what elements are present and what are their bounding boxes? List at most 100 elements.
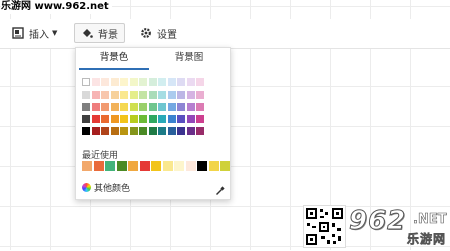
color-swatch[interactable] [158, 115, 166, 123]
color-swatch[interactable] [186, 115, 195, 123]
color-swatch[interactable] [82, 78, 90, 86]
color-swatch[interactable] [148, 103, 157, 111]
color-swatch[interactable] [129, 103, 138, 111]
tab-background-image[interactable]: 背景图 [154, 48, 224, 68]
recent-colors-label: 最近使用 [82, 151, 119, 161]
color-swatch[interactable] [167, 115, 176, 123]
color-swatch[interactable] [110, 78, 119, 86]
color-swatch[interactable] [177, 103, 185, 111]
gear-icon [140, 27, 152, 39]
color-swatch[interactable] [101, 115, 109, 123]
color-swatch[interactable] [196, 103, 204, 111]
palette-row [82, 78, 225, 87]
color-swatch[interactable] [139, 103, 147, 111]
color-swatch[interactable] [101, 127, 109, 135]
color-swatch[interactable] [120, 78, 128, 86]
color-swatch[interactable] [120, 103, 128, 111]
recent-color-swatch[interactable] [197, 161, 207, 171]
color-swatch[interactable] [110, 103, 119, 111]
color-swatch[interactable] [196, 115, 204, 123]
color-swatch[interactable] [158, 78, 166, 86]
color-swatch[interactable] [139, 78, 147, 86]
color-swatch[interactable] [186, 127, 195, 135]
color-swatch[interactable] [167, 91, 176, 99]
color-swatch[interactable] [101, 91, 109, 99]
background-button[interactable]: 背景 [74, 23, 125, 43]
color-swatch[interactable] [82, 91, 90, 99]
color-swatch[interactable] [110, 91, 119, 99]
color-swatch[interactable] [167, 127, 176, 135]
logo-sub-text: 乐游网 [407, 232, 447, 247]
color-swatch[interactable] [101, 103, 109, 111]
palette-row [82, 91, 225, 100]
eyedropper-icon[interactable] [215, 181, 225, 195]
color-swatch[interactable] [82, 103, 90, 111]
recent-color-swatch[interactable] [82, 161, 92, 171]
color-swatch[interactable] [120, 115, 128, 123]
tab-background-color[interactable]: 背景色 [79, 48, 149, 70]
recent-color-swatch[interactable] [162, 161, 173, 171]
color-swatch[interactable] [177, 78, 185, 86]
color-swatch[interactable] [91, 127, 100, 135]
color-swatch[interactable] [167, 78, 176, 86]
color-swatch[interactable] [158, 103, 166, 111]
color-swatch[interactable] [177, 127, 185, 135]
background-color-panel: 背景色 背景图 最近使用 其他颜色 [75, 47, 231, 200]
settings-label: 设置 [157, 29, 177, 41]
color-swatch[interactable] [177, 115, 185, 123]
recent-color-swatch[interactable] [128, 161, 138, 171]
recent-colors [82, 161, 232, 171]
color-swatch[interactable] [196, 127, 204, 135]
color-swatch[interactable] [177, 91, 185, 99]
color-swatch[interactable] [129, 115, 138, 123]
color-swatch[interactable] [129, 78, 138, 86]
color-swatch[interactable] [186, 103, 195, 111]
chevron-down-icon: ▼ [52, 29, 58, 37]
color-swatch[interactable] [110, 127, 119, 135]
palette-row [82, 127, 225, 136]
color-swatch[interactable] [186, 91, 195, 99]
color-swatch[interactable] [139, 127, 147, 135]
recent-color-swatch[interactable] [139, 161, 150, 171]
color-swatch[interactable] [120, 127, 128, 135]
color-swatch[interactable] [139, 115, 147, 123]
color-swatch[interactable] [148, 78, 157, 86]
palette-row [82, 115, 225, 124]
color-swatch[interactable] [139, 91, 147, 99]
recent-color-swatch[interactable] [93, 161, 104, 171]
color-swatch[interactable] [148, 91, 157, 99]
recent-color-swatch[interactable] [220, 161, 230, 171]
color-swatch[interactable] [158, 91, 166, 99]
color-swatch[interactable] [186, 78, 195, 86]
color-swatch[interactable] [82, 127, 90, 135]
settings-button[interactable]: 设置 [140, 22, 177, 44]
recent-color-swatch[interactable] [208, 161, 219, 171]
panel-tabs: 背景色 背景图 [76, 48, 230, 70]
recent-color-swatch[interactable] [105, 161, 115, 171]
color-swatch[interactable] [196, 78, 204, 86]
color-swatch[interactable] [129, 91, 138, 99]
insert-icon [12, 27, 24, 39]
color-swatch[interactable] [120, 91, 128, 99]
color-swatch[interactable] [167, 103, 176, 111]
recent-color-swatch[interactable] [116, 161, 127, 171]
color-swatch[interactable] [148, 127, 157, 135]
more-colors-button[interactable]: 其他颜色 [82, 181, 130, 194]
recent-color-swatch[interactable] [174, 161, 184, 171]
color-swatch[interactable] [91, 115, 100, 123]
color-swatch[interactable] [110, 115, 119, 123]
insert-button[interactable]: 插入 ▼ [12, 22, 57, 44]
color-swatch[interactable] [82, 115, 90, 123]
color-swatch[interactable] [101, 78, 109, 86]
color-swatch[interactable] [148, 115, 157, 123]
color-swatch[interactable] [91, 78, 100, 86]
color-swatch[interactable] [91, 103, 100, 111]
insert-label: 插入 [29, 29, 49, 41]
color-swatch[interactable] [158, 127, 166, 135]
color-swatch[interactable] [129, 127, 138, 135]
recent-color-swatch[interactable] [151, 161, 161, 171]
color-swatch[interactable] [91, 91, 100, 99]
color-swatch[interactable] [196, 91, 204, 99]
recent-color-swatch[interactable] [185, 161, 196, 171]
site-logo: 962 .NET 乐游网 [345, 206, 450, 250]
